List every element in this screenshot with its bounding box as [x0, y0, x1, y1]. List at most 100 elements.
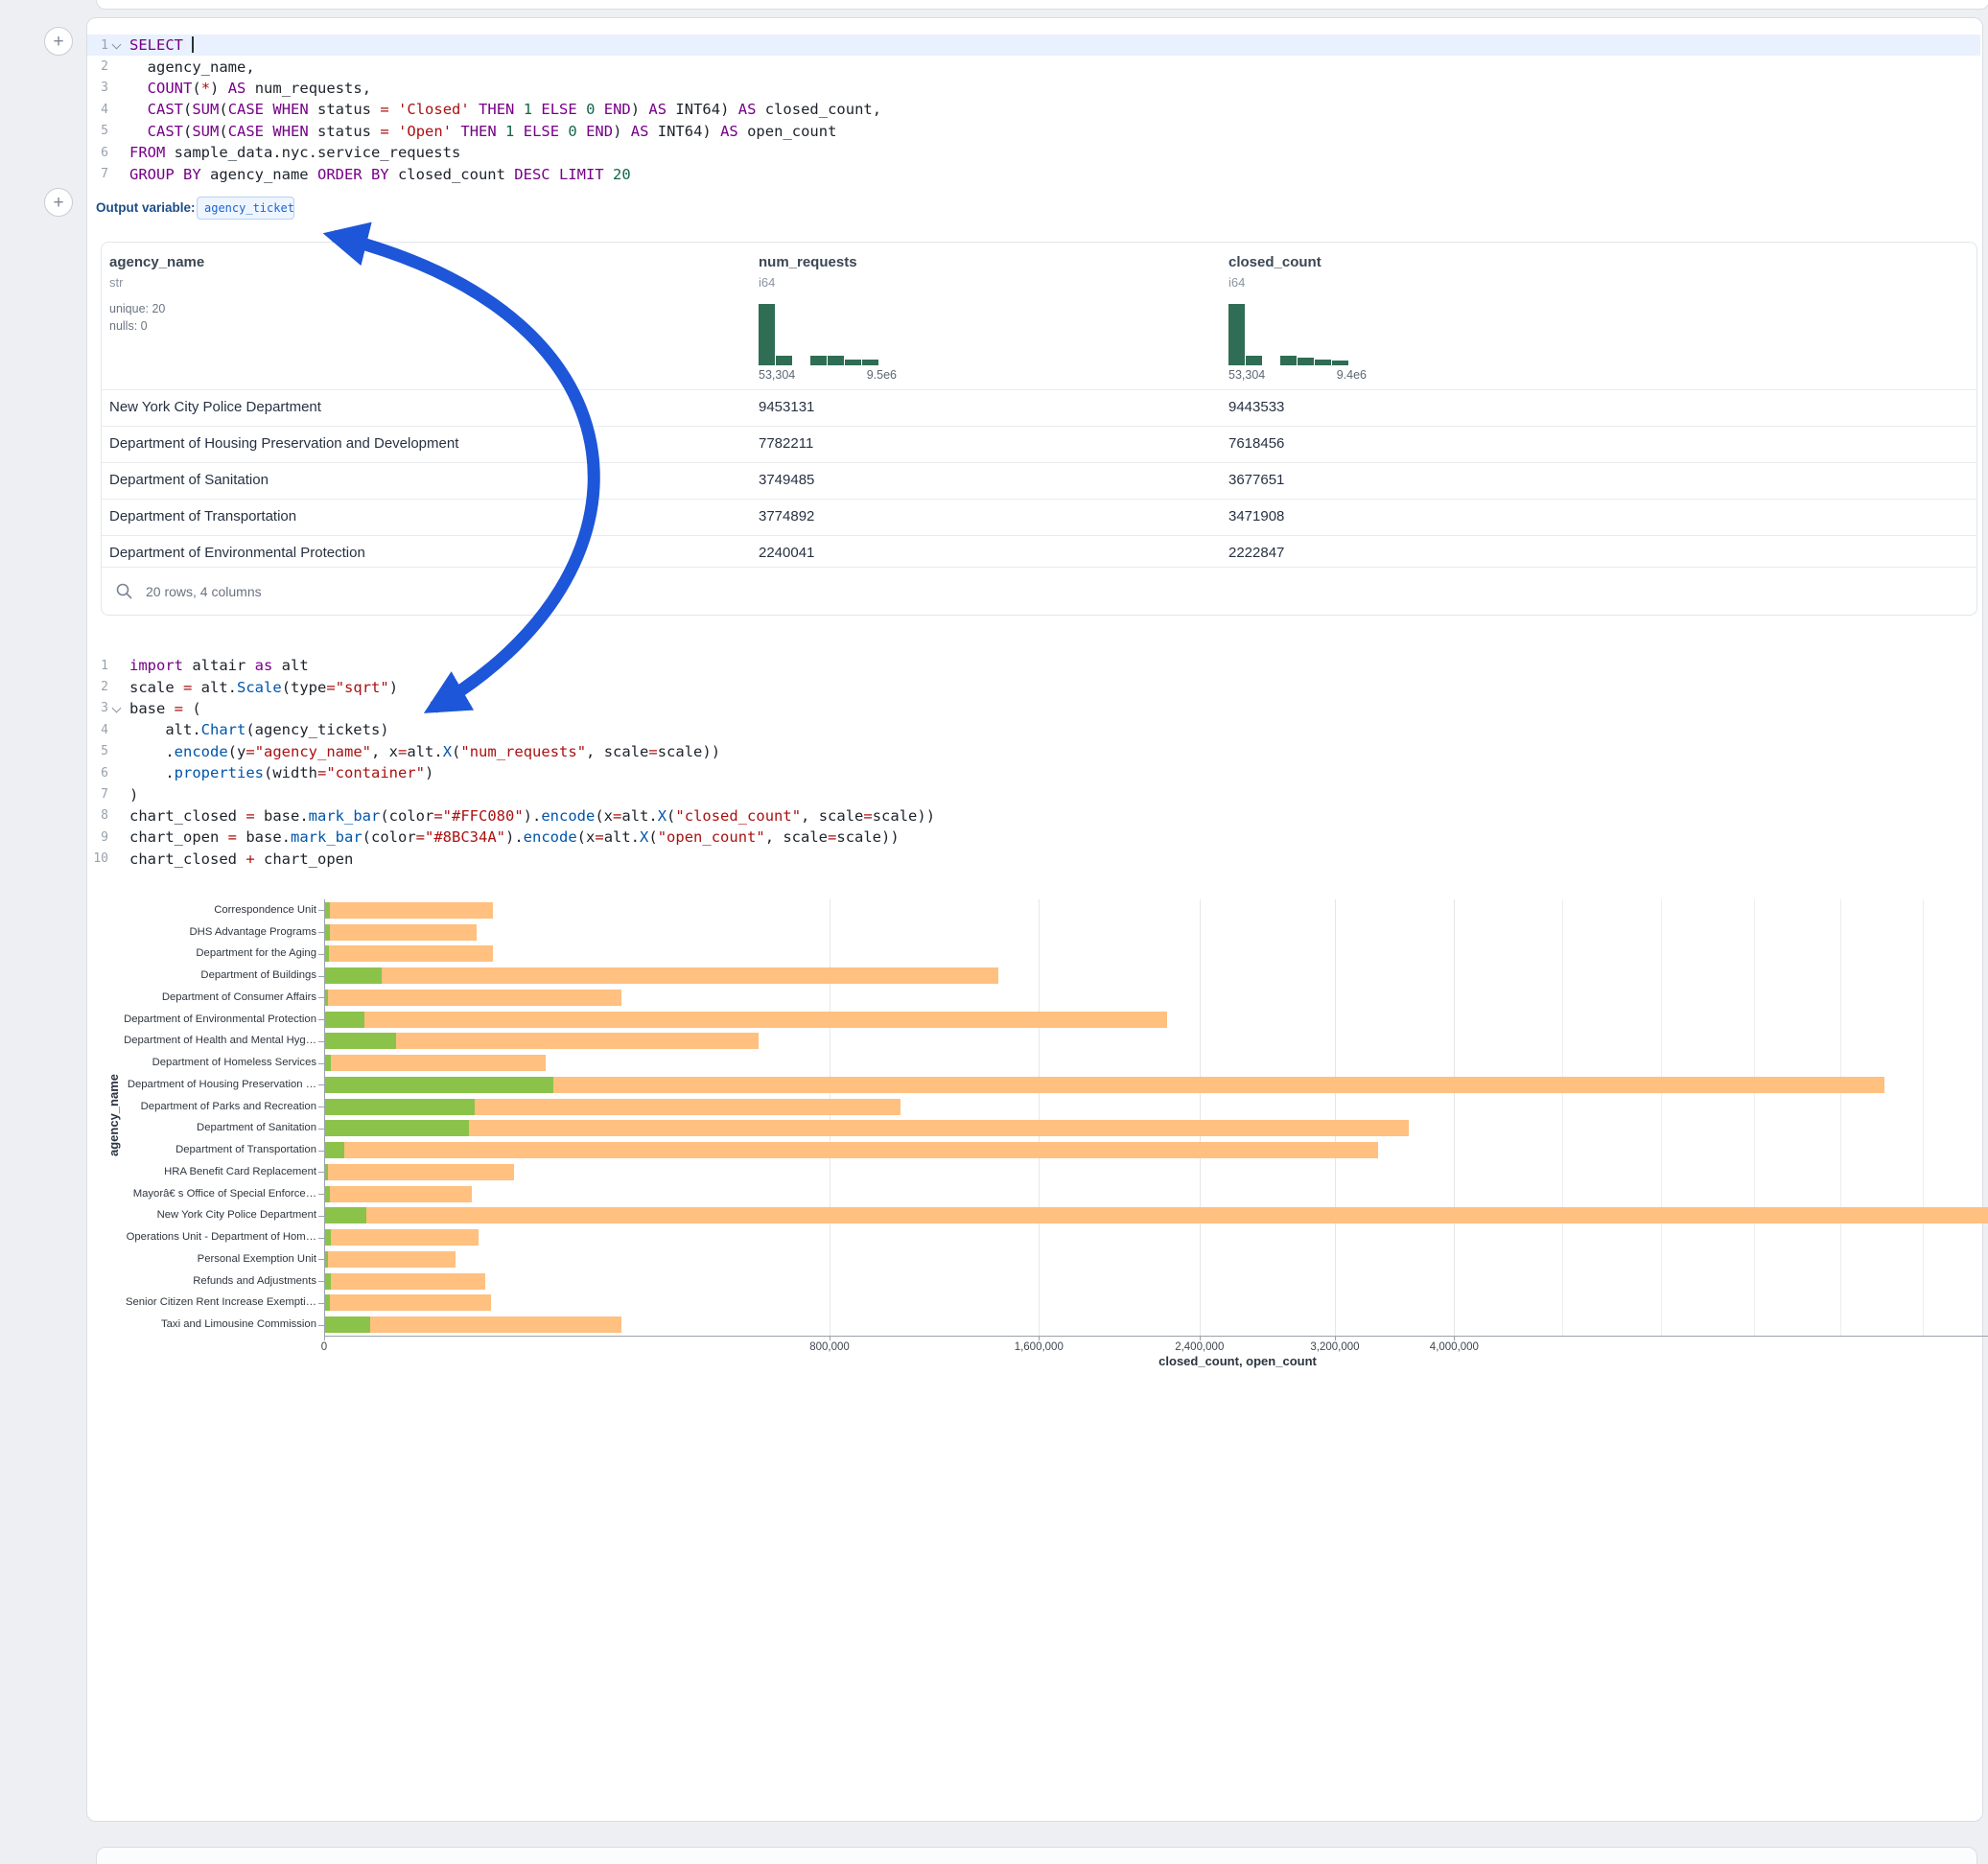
token: ( [183, 123, 192, 140]
token: , scale [586, 743, 648, 760]
token: encode [541, 807, 595, 825]
code-line[interactable]: 5 CAST(SUM(CASE WHEN status = 'Open' THE… [87, 121, 1980, 142]
hist-bar [828, 356, 844, 365]
token: ( [667, 807, 675, 825]
table-cell: New York City Police Department [109, 390, 733, 425]
code-line[interactable]: 2 agency_name, [87, 56, 1980, 77]
code-text: SELECT [129, 36, 194, 54]
search-icon[interactable] [115, 582, 134, 601]
token: Scale [237, 679, 282, 696]
token: base [129, 700, 175, 717]
token: "open_count" [658, 828, 765, 846]
token: X [640, 828, 648, 846]
token: = [613, 807, 621, 825]
token: ) [613, 123, 631, 140]
token: ( [452, 743, 460, 760]
token: (agency_tickets) [246, 721, 388, 738]
code-line[interactable]: 9chart_open = base.mark_bar(color="#8BC3… [87, 827, 1980, 848]
token: altair [183, 657, 255, 674]
hist-bar [1280, 356, 1297, 365]
token: encode [175, 743, 228, 760]
code-line[interactable]: 1SELECT [87, 35, 1980, 56]
token: ELSE [541, 101, 576, 118]
token: alt. [604, 828, 640, 846]
token: = [175, 700, 183, 717]
table-row[interactable]: Department of Housing Preservation and D… [102, 426, 1976, 462]
token: = [595, 828, 603, 846]
token: ELSE [524, 123, 559, 140]
python-cell[interactable]: 1import altair as alt2scale = alt.Scale(… [87, 655, 1980, 870]
table-cell: Department of Transportation [109, 500, 733, 534]
token: ORDER BY [317, 166, 389, 183]
code-text: .encode(y="agency_name", x=alt.X("num_re… [129, 743, 720, 760]
table-cell: Department of Sanitation [109, 463, 733, 498]
token: agency_name [201, 166, 317, 183]
token [559, 123, 568, 140]
code-line[interactable]: 7GROUP BY agency_name ORDER BY closed_co… [87, 163, 1980, 184]
token [532, 101, 541, 118]
code-line[interactable]: 2scale = alt.Scale(type="sqrt") [87, 676, 1980, 697]
token: = [863, 807, 872, 825]
hist-bar [759, 304, 775, 365]
token: CASE [228, 101, 264, 118]
table-cell: 2240041 [759, 536, 1200, 571]
table-cell: 2222847 [1228, 536, 1727, 571]
token: X [658, 807, 667, 825]
next-cell-edge [96, 1847, 1977, 1864]
fold-caret-icon[interactable] [111, 40, 121, 50]
code-line[interactable]: 7) [87, 783, 1980, 804]
code-line[interactable]: 10chart_closed + chart_open [87, 849, 1980, 870]
table-row[interactable]: New York City Police Department945313194… [102, 389, 1976, 426]
token: (color [363, 828, 416, 846]
hist-bar [1332, 361, 1348, 365]
code-line[interactable]: 3base = ( [87, 698, 1980, 719]
table-row[interactable]: Department of Transportation377489234719… [102, 499, 1976, 535]
table-cell: 9453131 [759, 390, 1200, 425]
add-cell-button-top[interactable]: + [44, 27, 73, 56]
code-line[interactable]: 1import altair as alt [87, 655, 1980, 676]
token: DESC [514, 166, 550, 183]
code-text: CAST(SUM(CASE WHEN status = 'Open' THEN … [129, 123, 836, 140]
token [452, 123, 460, 140]
code-line[interactable]: 4 CAST(SUM(CASE WHEN status = 'Closed' T… [87, 99, 1980, 120]
output-variable-chip[interactable]: agency_tickets [197, 197, 294, 220]
token: alt [272, 657, 308, 674]
histogram [759, 304, 896, 365]
histogram-range: 53,3049.4e6 [1228, 368, 1367, 382]
code-text: chart_open = base.mark_bar(color="#8BC34… [129, 828, 900, 846]
token [550, 166, 559, 183]
token [577, 101, 586, 118]
code-line[interactable]: 8chart_closed = base.mark_bar(color="#FF… [87, 805, 1980, 827]
token: (color [380, 807, 433, 825]
token: = [380, 101, 388, 118]
code-line[interactable]: 6 .properties(width="container") [87, 762, 1980, 783]
code-line[interactable]: 6FROM sample_data.nyc.service_requests [87, 142, 1980, 163]
table-body: New York City Police Department945313194… [102, 389, 1976, 571]
token [497, 123, 505, 140]
token: ). [524, 807, 542, 825]
token: = [380, 123, 388, 140]
token: CAST [148, 123, 183, 140]
token: status [309, 123, 381, 140]
token: alt. [129, 721, 201, 738]
sql-cell[interactable]: 1SELECT 2 agency_name,3 COUNT(*) AS num_… [87, 35, 1980, 185]
token: AS [228, 80, 246, 97]
token: SUM [192, 123, 219, 140]
token: ). [505, 828, 524, 846]
token [389, 123, 398, 140]
token [470, 101, 479, 118]
hist-bar [1228, 304, 1245, 365]
code-line[interactable]: 5 .encode(y="agency_name", x=alt.X("num_… [87, 741, 1980, 762]
token: 0 [568, 123, 576, 140]
column-name: closed_count [1228, 254, 1321, 270]
code-line[interactable]: 3 COUNT(*) AS num_requests, [87, 78, 1980, 99]
token: CASE [228, 123, 264, 140]
add-cell-button-middle[interactable]: + [44, 188, 73, 217]
result-table-card: agency_namestrunique: 20nulls: 0num_requ… [101, 242, 1977, 616]
token: 1 [524, 101, 532, 118]
code-line[interactable]: 4 alt.Chart(agency_tickets) [87, 719, 1980, 740]
token: import [129, 657, 183, 674]
fold-caret-icon[interactable] [111, 704, 121, 713]
table-row[interactable]: Department of Sanitation37494853677651 [102, 462, 1976, 499]
token: scale)) [873, 807, 935, 825]
